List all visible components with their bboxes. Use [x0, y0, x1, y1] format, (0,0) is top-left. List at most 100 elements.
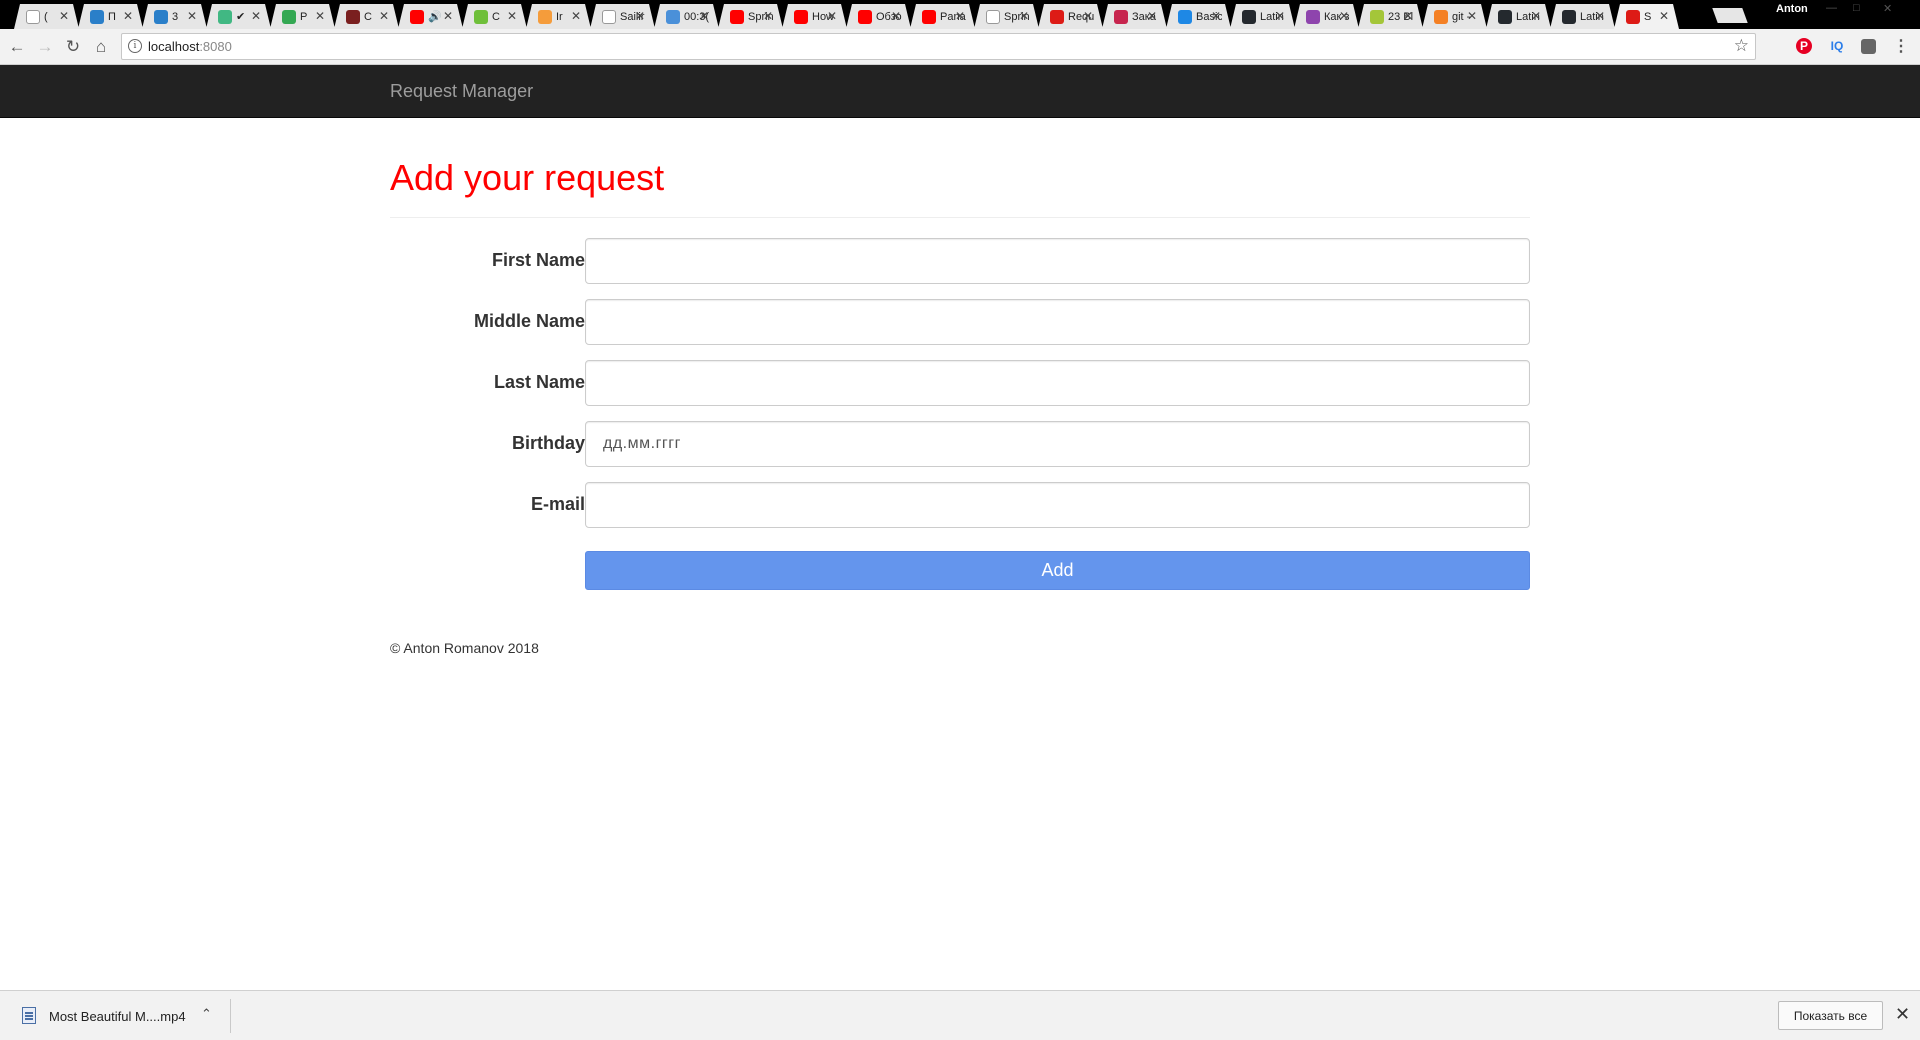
browser-tab[interactable]: S ✕: [1614, 4, 1679, 29]
chevron-up-icon[interactable]: ⌃: [201, 1006, 212, 1022]
last-name-input[interactable]: [585, 360, 1530, 406]
browser-tab[interactable]: 🔊 ✕: [398, 4, 463, 29]
browser-tab[interactable]: P ✕: [270, 4, 335, 29]
birthday-input[interactable]: [585, 421, 1530, 467]
close-tab-icon[interactable]: ✕: [123, 9, 133, 23]
birthday-label: Birthday: [511, 433, 585, 453]
mail-at-icon: [154, 10, 168, 24]
middle-name-input[interactable]: [585, 299, 1530, 345]
browser-tab[interactable]: How ✕: [782, 4, 847, 29]
browser-tab[interactable]: C ✕: [334, 4, 399, 29]
pinwheel-icon: [1306, 10, 1320, 24]
close-tab-icon[interactable]: ✕: [315, 9, 325, 23]
last-name-row: Last Name: [390, 360, 1530, 406]
close-tab-icon[interactable]: ✕: [187, 9, 197, 23]
close-tab-icon[interactable]: ✕: [1403, 9, 1413, 23]
browser-tab[interactable]: Basic ✕: [1166, 4, 1231, 29]
browser-tab[interactable]: C ✕: [462, 4, 527, 29]
title-divider: [390, 217, 1530, 218]
close-tab-icon[interactable]: ✕: [891, 9, 901, 23]
browser-tab[interactable]: Sailir ✕: [590, 4, 655, 29]
close-tab-icon[interactable]: ✕: [827, 9, 837, 23]
forward-icon[interactable]: →: [33, 35, 57, 59]
browser-tab[interactable]: Зака ✕: [1102, 4, 1167, 29]
url-text[interactable]: localhost:8080: [148, 39, 232, 54]
close-shelf-icon[interactable]: ✕: [1895, 1004, 1910, 1025]
close-tab-icon[interactable]: ✕: [507, 9, 517, 23]
back-icon[interactable]: ←: [5, 35, 29, 59]
close-tab-icon[interactable]: ✕: [59, 9, 69, 23]
navbar-brand[interactable]: Request Manager: [390, 81, 533, 102]
pinterest-icon[interactable]: P: [1796, 38, 1812, 54]
maps-icon: [282, 10, 296, 24]
close-window-icon[interactable]: ✕: [1883, 2, 1892, 15]
close-tab-icon[interactable]: ✕: [1019, 9, 1029, 23]
browser-tab[interactable]: П ✕: [78, 4, 143, 29]
browser-tab[interactable]: Latin ✕: [1230, 4, 1295, 29]
browser-tab-strip: (✕ П ✕ 3 ✕ ✔ ✕ P ✕ C ✕ 🔊 ✕ C ✕ Ir ✕ Sailir ✕ 00:3(✕ Sprin ✕ Ho…: [0, 0, 1920, 29]
github-icon: [1498, 10, 1512, 24]
maximize-icon[interactable]: □: [1853, 2, 1860, 14]
profile-name[interactable]: Anton: [1776, 3, 1808, 15]
browser-tab[interactable]: (✕: [14, 4, 79, 29]
download-file-name[interactable]: Most Beautiful M....mp4: [49, 1009, 186, 1024]
browser-tab[interactable]: Latin ✕: [1486, 4, 1551, 29]
browser-tab[interactable]: 23 Bl ✕: [1358, 4, 1423, 29]
browser-tab[interactable]: Pana ✕: [910, 4, 975, 29]
close-tab-icon[interactable]: ✕: [443, 9, 453, 23]
email-label: E-mail: [530, 494, 585, 514]
reload-icon[interactable]: ↻: [61, 35, 85, 59]
close-tab-icon[interactable]: ✕: [1211, 9, 1221, 23]
close-tab-icon[interactable]: ✕: [1659, 9, 1669, 23]
minimize-icon[interactable]: —: [1826, 2, 1837, 14]
youtube-icon: [858, 10, 872, 24]
iq-extension-icon[interactable]: IQ: [1828, 37, 1846, 55]
browser-tab[interactable]: Latin ✕: [1550, 4, 1615, 29]
close-tab-icon[interactable]: ✕: [251, 9, 261, 23]
close-tab-icon[interactable]: ✕: [571, 9, 581, 23]
browser-tab[interactable]: Requ ✕: [1038, 4, 1103, 29]
angular-icon: [1626, 10, 1640, 24]
menu-icon[interactable]: ⋮: [1892, 37, 1910, 55]
close-tab-icon[interactable]: ✕: [379, 9, 389, 23]
page-title: Add your request: [390, 157, 665, 198]
browser-tab[interactable]: git - ✕: [1422, 4, 1487, 29]
page-icon: [986, 10, 1000, 24]
download-shelf: Most Beautiful M....mp4 ⌃ Показать все ✕: [0, 990, 1920, 1040]
new-tab-button[interactable]: [1712, 8, 1748, 23]
show-all-downloads-button[interactable]: Показать все: [1778, 1001, 1883, 1030]
bookmark-star-icon[interactable]: ☆: [1734, 36, 1749, 56]
close-tab-icon[interactable]: ✕: [1595, 9, 1605, 23]
close-tab-icon[interactable]: ✕: [1531, 9, 1541, 23]
close-tab-icon[interactable]: ✕: [1147, 9, 1157, 23]
browser-tab[interactable]: Sprin ✕: [974, 4, 1039, 29]
browser-tab[interactable]: Ir ✕: [526, 4, 591, 29]
close-tab-icon[interactable]: ✕: [1339, 9, 1349, 23]
site-info-icon[interactable]: i: [128, 39, 142, 53]
browser-tab[interactable]: 00:3(✕: [654, 4, 719, 29]
extension-icon[interactable]: [1861, 39, 1876, 54]
close-tab-icon[interactable]: ✕: [1083, 9, 1093, 23]
close-tab-icon[interactable]: ✕: [955, 9, 965, 23]
close-tab-icon[interactable]: ✕: [635, 9, 645, 23]
close-tab-icon[interactable]: ✕: [699, 9, 709, 23]
email-input[interactable]: [585, 482, 1530, 528]
shelf-divider: [230, 999, 231, 1033]
close-tab-icon[interactable]: ✕: [1467, 9, 1477, 23]
browser-tab[interactable]: Sprin ✕: [718, 4, 783, 29]
close-tab-icon[interactable]: ✕: [1275, 9, 1285, 23]
email-row: E-mail: [390, 482, 1530, 528]
add-button[interactable]: Add: [585, 551, 1530, 590]
browser-tab[interactable]: ✔ ✕: [206, 4, 271, 29]
bolt-icon: [1178, 10, 1192, 24]
browser-tab[interactable]: Как з ✕: [1294, 4, 1359, 29]
home-icon[interactable]: ⌂: [89, 35, 113, 59]
browser-tab[interactable]: Обзо ✕: [846, 4, 911, 29]
first-name-input[interactable]: [585, 238, 1530, 284]
browser-tab[interactable]: 3 ✕: [142, 4, 207, 29]
github-icon: [1562, 10, 1576, 24]
close-tab-icon[interactable]: ✕: [763, 9, 773, 23]
video-file-icon[interactable]: [22, 1007, 36, 1024]
youtube-icon: [410, 10, 424, 24]
address-bar[interactable]: i localhost:8080 ☆: [121, 33, 1756, 60]
